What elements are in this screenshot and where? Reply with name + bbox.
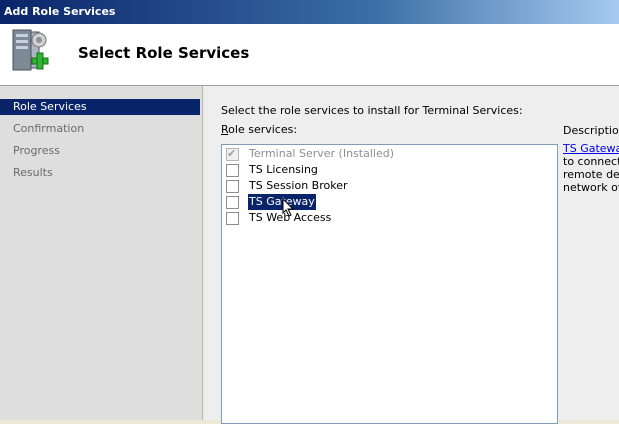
checkmark-icon: ✔ [227,146,237,160]
nav-item-label: Role Services [13,100,87,113]
description-body: TS Gatewa to connect remote des network … [563,142,619,194]
nav-item-label: Progress [13,144,60,157]
header: Select Role Services [0,24,619,86]
role-services-list[interactable]: ✔ Terminal Server (Installed) TS Licensi… [221,144,558,424]
nav-item-progress[interactable]: Progress [0,143,200,159]
instruction-text: Select the role services to install for … [221,104,523,117]
server-add-icon [12,29,49,71]
list-item-label: TS Licensing [249,163,318,176]
mouse-cursor-icon [282,198,295,217]
description-line: network ov [563,181,619,194]
title-bar: Add Role Services [0,0,619,24]
nav-item-results[interactable]: Results [0,165,200,181]
list-item-label: Terminal Server (Installed) [249,147,394,160]
ts-gateway-link[interactable]: TS Gatewa [563,142,619,155]
description-heading: Descriptio [563,124,619,137]
main-panel: Select the role services to install for … [204,86,619,424]
page-title: Select Role Services [78,44,250,62]
ts-session-broker-checkbox[interactable] [226,179,239,193]
ts-web-access-checkbox[interactable] [226,211,239,225]
terminal-server-checkbox: ✔ [226,146,239,161]
window-title: Add Role Services [4,5,116,18]
nav-item-label: Results [13,166,53,179]
nav-item-label: Confirmation [13,122,85,135]
role-services-label-text: ole services: [228,123,298,136]
ts-licensing-checkbox[interactable] [226,163,239,177]
ts-gateway-checkbox[interactable] [226,195,239,209]
wizard-nav: Role Services Confirmation Progress Resu… [0,86,203,420]
list-item-ts-licensing[interactable]: TS Licensing [226,162,319,178]
list-item-label: TS Session Broker [249,179,348,192]
description-line: remote des [563,168,619,181]
description-line: to connect [563,155,619,168]
role-services-label: Role services: [221,123,297,136]
nav-item-role-services[interactable]: Role Services [0,99,200,115]
list-item-ts-gateway[interactable]: TS Gateway [226,193,317,211]
list-item-terminal-server: ✔ Terminal Server (Installed) [226,146,395,162]
nav-item-confirmation[interactable]: Confirmation [0,121,200,137]
list-item-ts-web-access[interactable]: TS Web Access [226,210,332,226]
list-item-ts-session-broker[interactable]: TS Session Broker [226,178,349,194]
